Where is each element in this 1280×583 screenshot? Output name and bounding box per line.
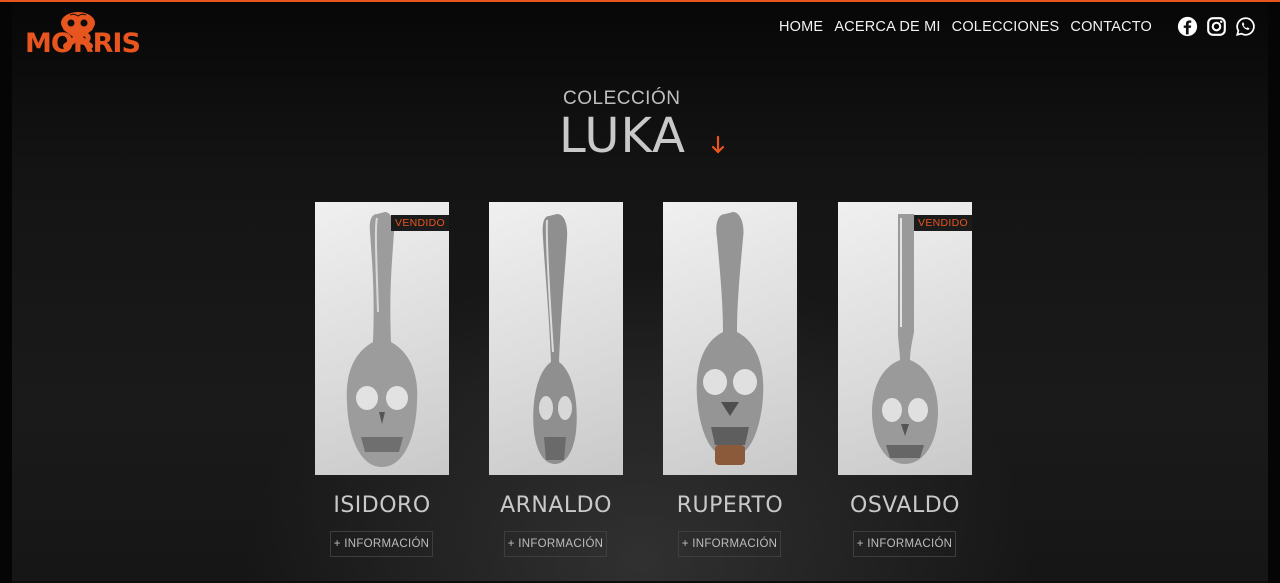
more-info-button[interactable]: + INFORMACIÓN	[853, 531, 956, 557]
nav-acerca-de-mi[interactable]: ACERCA DE MI	[834, 18, 940, 36]
spoon-skull-image	[872, 214, 938, 464]
page: MORRIS HOME ACERCA DE MI COLECCIONES CON…	[0, 0, 1280, 583]
brand-logo[interactable]: MORRIS	[25, 12, 141, 59]
more-info-button[interactable]: + INFORMACIÓN	[504, 531, 607, 557]
fork-skull-image	[533, 214, 577, 464]
spoon-skull-image	[346, 212, 418, 467]
nav-contacto[interactable]: CONTACTO	[1070, 18, 1152, 36]
nav-home[interactable]: HOME	[779, 18, 823, 36]
collection-title: LUKA	[559, 108, 686, 164]
collection-label: COLECCIÓN	[563, 88, 681, 109]
product-card: ARNALDO + INFORMACIÓN	[489, 202, 623, 557]
page-edge-right	[1268, 2, 1280, 583]
product-photo[interactable]: VENDIDO	[838, 202, 972, 475]
spoon-skull-image	[696, 212, 764, 465]
product-photo[interactable]: VENDIDO	[315, 202, 449, 475]
social-links	[1177, 16, 1264, 37]
whatsapp-icon[interactable]	[1235, 16, 1256, 37]
sold-badge: VENDIDO	[914, 215, 972, 231]
instagram-icon[interactable]	[1206, 16, 1227, 37]
nav-colecciones[interactable]: COLECCIONES	[952, 18, 1060, 36]
page-edge-left	[0, 2, 12, 583]
product-photo[interactable]	[663, 202, 797, 475]
product-photo[interactable]	[489, 202, 623, 475]
more-info-button[interactable]: + INFORMACIÓN	[330, 531, 433, 557]
product-name: ISIDORO	[333, 493, 431, 518]
facebook-icon[interactable]	[1177, 16, 1198, 37]
more-info-button[interactable]: + INFORMACIÓN	[678, 531, 781, 557]
product-name: RUPERTO	[676, 493, 784, 518]
sold-badge: VENDIDO	[391, 215, 449, 231]
product-name: ARNALDO	[500, 493, 612, 518]
product-name: OSVALDO	[850, 493, 960, 518]
main-nav: HOME ACERCA DE MI COLECCIONES CONTACTO	[779, 18, 1163, 36]
arrow-down-icon	[711, 135, 725, 154]
product-card: RUPERTO + INFORMACIÓN	[663, 202, 797, 557]
logo-text: MORRIS	[25, 28, 141, 59]
product-card: VENDIDO ISIDORO + INFORMACIÓN	[315, 202, 449, 557]
product-card: VENDIDO OSVALDO + INFORMACIÓN	[838, 202, 972, 557]
